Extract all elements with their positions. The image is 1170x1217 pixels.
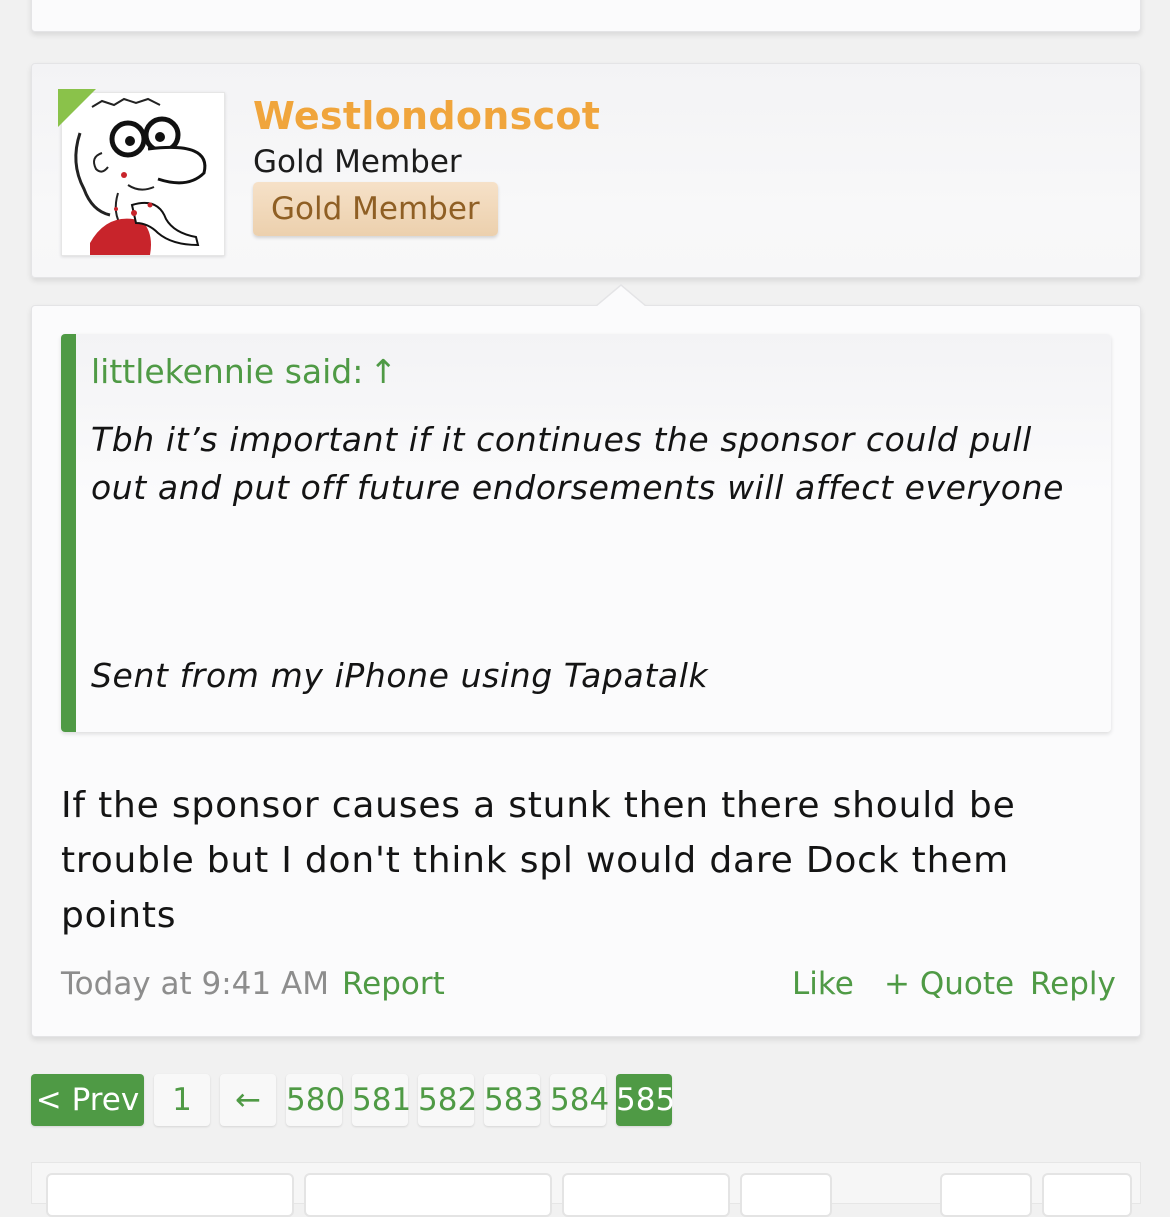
online-indicator-icon (58, 89, 96, 127)
bottom-control-1[interactable] (46, 1173, 294, 1217)
bottom-control-5[interactable] (940, 1173, 1032, 1217)
user-info-card: Westlondonscot Gold Member Gold Member (31, 63, 1141, 278)
prev-page-button[interactable]: < Prev (31, 1074, 144, 1126)
bottom-control-2[interactable] (304, 1173, 552, 1217)
quote-author-label: littlekennie said: (91, 352, 364, 391)
report-link[interactable]: Report (342, 966, 445, 1002)
page-584-button[interactable]: 584 (550, 1074, 609, 1126)
bottom-controls-bar (31, 1162, 1141, 1217)
page-580-button[interactable]: 580 (286, 1074, 345, 1126)
post-content-card: littlekennie said: ↑ Tbh it’s important i… (31, 284, 1141, 1037)
quote-attribution-link[interactable]: littlekennie said: ↑ (91, 352, 397, 391)
previous-post-card (31, 0, 1141, 32)
page-skip-arrow-icon[interactable]: ← (220, 1074, 276, 1126)
user-banner-badge: Gold Member (253, 182, 498, 236)
post-body-text: If the sponsor causes a stunk then there… (61, 785, 1016, 936)
jump-up-arrow-icon[interactable]: ↑ (369, 352, 397, 391)
quote-signature: Sent from my iPhone using Tapatalk (91, 656, 709, 695)
quote-link[interactable]: + Quote (884, 966, 1014, 1002)
page-585-current[interactable]: 585 (616, 1074, 675, 1126)
username-link[interactable]: Westlondonscot (253, 94, 600, 138)
user-title: Gold Member (253, 144, 462, 180)
quote-text: Tbh it’s important if it continues the s… (91, 420, 1065, 507)
like-link[interactable]: Like (792, 966, 854, 1002)
bottom-control-3[interactable] (562, 1173, 730, 1217)
page-582-button[interactable]: 582 (418, 1074, 477, 1126)
page-first-button[interactable]: 1 (154, 1074, 210, 1126)
reply-link[interactable]: Reply (1030, 966, 1116, 1002)
post-timestamp[interactable]: Today at 9:41 AM (61, 966, 329, 1002)
bottom-control-6[interactable] (1042, 1173, 1132, 1217)
page-583-button[interactable]: 583 (484, 1074, 543, 1126)
message-pointer-arrow (595, 284, 647, 307)
bottom-control-4[interactable] (740, 1173, 832, 1217)
quote-block: littlekennie said: ↑ Tbh it’s important i… (61, 334, 1111, 732)
page-581-button[interactable]: 581 (352, 1074, 411, 1126)
